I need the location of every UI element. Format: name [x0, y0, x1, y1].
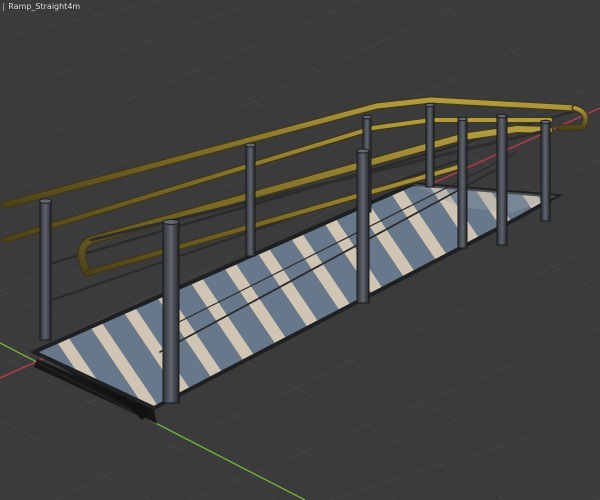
- label-separator: |: [2, 2, 5, 11]
- 3d-viewport[interactable]: | Ramp_Straight4m: [0, 0, 600, 500]
- scene-canvas[interactable]: [0, 0, 600, 500]
- object-name-label: | Ramp_Straight4m: [2, 2, 80, 12]
- active-object-name: Ramp_Straight4m: [8, 2, 81, 11]
- ramp-deck[interactable]: [29, 181, 564, 411]
